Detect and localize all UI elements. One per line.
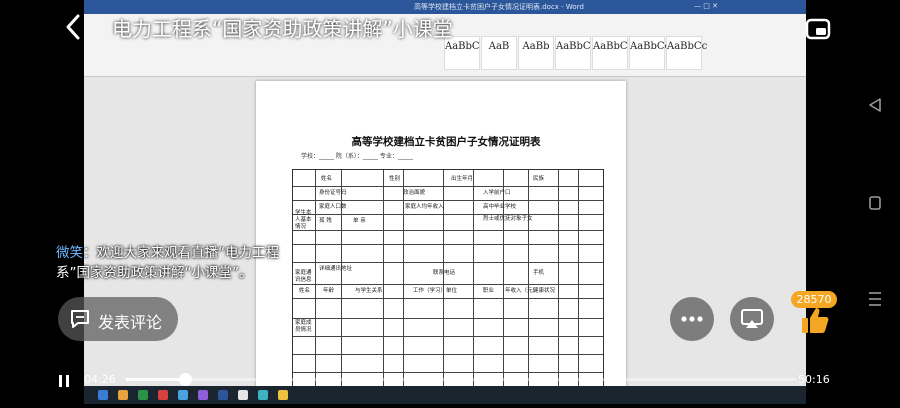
word-doc-name: 高等学校建档立卡贫困户子女情况证明表.docx - Word	[414, 3, 584, 11]
back-arrow-icon	[66, 14, 80, 40]
form-row-line	[293, 244, 603, 245]
form-label: 健康状况	[533, 288, 556, 294]
pause-icon	[59, 375, 69, 387]
total-time: 50:16	[798, 373, 830, 386]
picture-in-picture-button[interactable]	[797, 12, 837, 48]
form-label: 学生本人基本情况	[295, 210, 312, 230]
form-row-line	[293, 214, 603, 215]
comment-bubble-icon	[71, 310, 89, 328]
more-dots-icon	[681, 316, 703, 322]
nav-home-icon[interactable]	[869, 196, 881, 210]
document-title: 高等学校建档立卡贫困户子女情况证明表	[351, 136, 541, 148]
form-row-line	[293, 354, 603, 355]
post-comment-button[interactable]: 发表评论	[58, 297, 178, 341]
nav-menu-icon[interactable]	[869, 292, 881, 306]
form-label: 家庭人均年收入	[405, 204, 444, 210]
form-label: 联系电话	[433, 270, 456, 276]
back-button[interactable]	[62, 12, 86, 42]
word-document-area: 高等学校建档立卡贫困户子女情况证明表 学校：_____ 院（系）：_____ 专…	[84, 77, 806, 404]
form-row-line	[293, 186, 603, 187]
form-label: 家庭成员情况	[295, 320, 312, 333]
form-row-line	[293, 318, 603, 319]
form-label: 姓名	[299, 288, 311, 294]
play-pause-button[interactable]	[57, 373, 71, 387]
comment-text: ：欢迎大家来观看直播“电力工程系”国家资助政策讲解“小课堂”。	[56, 245, 279, 281]
form-label: 职业	[483, 288, 495, 294]
ribbon-style-2: AaBb	[518, 36, 554, 70]
progress-thumb[interactable]	[178, 373, 192, 386]
form-label: 政治面貌	[403, 190, 426, 196]
ribbon-style-6: AaBbCc	[666, 36, 707, 70]
ribbon-style-5: AaBbCc	[629, 36, 670, 70]
form-row-line	[293, 284, 603, 285]
form-label: 年龄	[323, 288, 335, 294]
form-label: 家庭通讯信息	[295, 270, 312, 283]
form-label: 姓名	[321, 176, 333, 182]
form-row-line	[293, 230, 603, 231]
ribbon-style-3: AaBbC	[555, 36, 591, 70]
form-label: 民族	[533, 176, 545, 182]
form-row-line	[293, 336, 603, 337]
form-label: 手机	[533, 270, 545, 276]
form-label: 详细通讯地址	[319, 266, 353, 272]
form-label: 工作（学习）单位	[413, 288, 458, 294]
form-row-line	[293, 200, 603, 201]
form-label: 烈士或优抚对象子女	[483, 216, 533, 222]
form-label: 单 亲	[353, 218, 366, 224]
word-window-controls: — □ ✕	[694, 2, 718, 10]
cast-screen-icon	[741, 309, 763, 328]
picture-in-picture-icon	[805, 18, 831, 40]
form-row-line	[293, 262, 603, 263]
document-page: 高等学校建档立卡贫困户子女情况证明表 学校：_____ 院（系）：_____ 专…	[256, 81, 626, 404]
word-title-bar: 高等学校建档立卡贫困户子女情况证明表.docx - Word — □ ✕	[84, 0, 806, 14]
form-label: 高中毕业学校	[483, 204, 517, 210]
progress-bar[interactable]	[126, 373, 796, 386]
progress-fill	[126, 378, 185, 381]
form-label: 性别	[389, 176, 401, 182]
more-button[interactable]	[670, 297, 714, 341]
video-frame[interactable]: 高等学校建档立卡贫困户子女情况证明表.docx - Word — □ ✕ AaB…	[84, 0, 806, 404]
comment-username: 微笑	[56, 245, 83, 261]
ribbon-style-4: AaBbC	[592, 36, 628, 70]
cast-button[interactable]	[730, 297, 774, 341]
ribbon-style-1: AaB	[481, 36, 517, 70]
form-label: 身份证号码	[319, 190, 347, 196]
system-navigation-bar	[856, 0, 900, 404]
form-label: 与学生关系	[355, 288, 383, 294]
document-subtitle: 学校：_____ 院（系）：_____ 专业：_____	[301, 153, 413, 160]
form-label: 入学前户口	[483, 190, 511, 196]
player-controls: 04:26 50:16	[0, 364, 900, 394]
post-comment-label: 发表评论	[98, 313, 163, 332]
form-label: 出生年月	[451, 176, 474, 182]
form-label: 家庭人口数	[319, 204, 347, 210]
live-comment: 微笑：欢迎大家来观看直播“电力工程系”国家资助政策讲解“小课堂”。	[56, 243, 296, 283]
form-label: 孤 残	[319, 218, 332, 224]
page-title: 电力工程系“国家资助政策讲解”小课堂	[112, 17, 453, 41]
form-row-line	[293, 298, 603, 299]
like-count-badge: 28570	[791, 291, 837, 308]
current-time: 04:26	[84, 373, 116, 386]
nav-back-icon[interactable]	[869, 98, 881, 112]
